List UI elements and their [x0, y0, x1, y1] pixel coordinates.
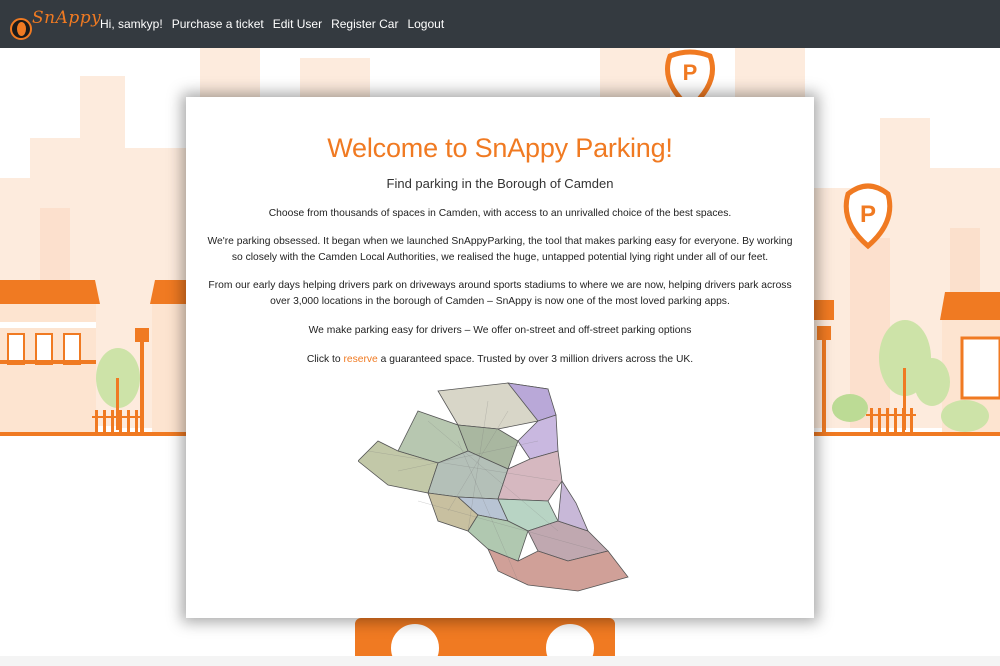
left-house [0, 280, 100, 434]
nav-greeting[interactable]: Hi, samkyp! [100, 16, 163, 32]
welcome-card: Welcome to SnAppy Parking! Find parking … [186, 97, 814, 618]
nav-purchase-ticket[interactable]: Purchase a ticket [172, 16, 264, 32]
intro-paragraph: Choose from thousands of spaces in Camde… [268, 208, 732, 219]
nav-links: Hi, samkyp! Purchase a ticket Edit User … [100, 16, 453, 32]
history-paragraph: From our early days helping drivers park… [208, 280, 792, 307]
reserve-paragraph: Click to reserve a guaranteed space. Tru… [206, 352, 794, 368]
svg-text:P: P [683, 60, 698, 85]
svg-text:P: P [860, 201, 876, 228]
navbar: SnAppy Hi, samkyp! Purchase a ticket Edi… [0, 0, 1000, 48]
brand-link[interactable]: SnAppy [8, 6, 101, 40]
camden-map [358, 382, 629, 592]
snappy-logo-icon [10, 18, 32, 40]
about-paragraph: We're parking obsessed. It began when we… [207, 236, 793, 263]
reserve-text-before: Click to [306, 354, 344, 365]
page-subtitle: Find parking in the Borough of Camden [386, 176, 614, 191]
nav-logout[interactable]: Logout [407, 16, 444, 32]
nav-edit-user[interactable]: Edit User [273, 16, 322, 32]
nav-register-car[interactable]: Register Car [331, 16, 398, 32]
reserve-text-after: a guaranteed space. Trusted by over 3 mi… [377, 354, 694, 365]
brand-name: SnAppy [32, 8, 102, 28]
reserve-link[interactable]: reserve [343, 354, 377, 365]
page-title: Welcome to SnAppy Parking! [327, 133, 673, 163]
offer-paragraph: We make parking easy for drivers – We of… [308, 325, 692, 336]
